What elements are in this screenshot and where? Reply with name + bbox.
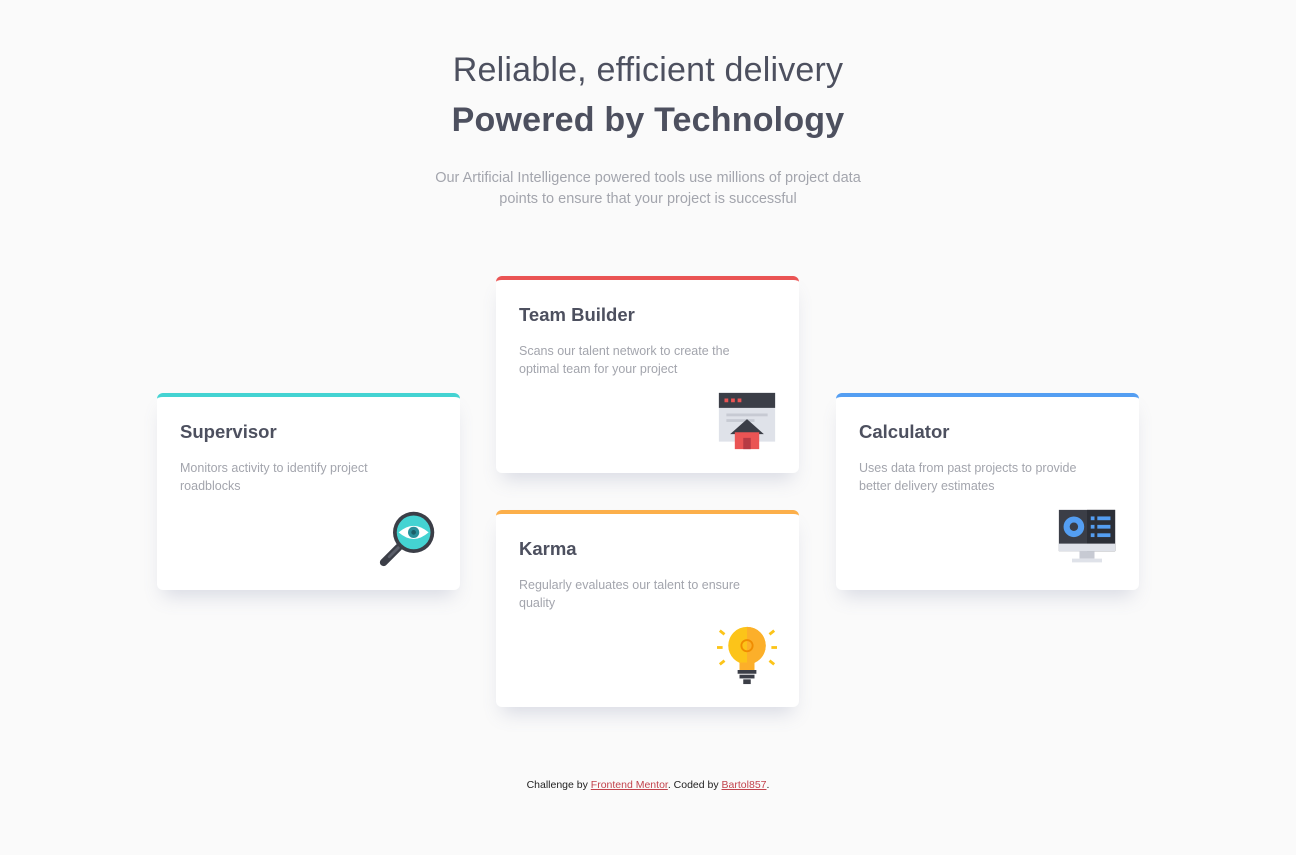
page: Reliable, efficient delivery Powered by … xyxy=(0,0,1296,855)
card-karma: Karma Regularly evaluates our talent to … xyxy=(496,510,799,707)
heading-light: Reliable, efficient delivery xyxy=(452,51,844,89)
card-title: Supervisor xyxy=(180,421,277,442)
card-title: Karma xyxy=(519,538,577,559)
magnifier-eye-icon xyxy=(379,511,435,567)
frontend-mentor-link[interactable]: Frontend Mentor xyxy=(591,779,668,791)
footer-suffix: . xyxy=(766,779,770,791)
card-team-builder: Team Builder Scans our talent network to… xyxy=(496,276,799,473)
card-title: Calculator xyxy=(859,421,950,442)
footer-middle: . Coded by xyxy=(667,779,719,791)
card-description: Regularly evaluates our talent to ensure… xyxy=(519,578,740,610)
lightbulb-icon xyxy=(717,626,777,685)
card-description: Monitors activity to identify project ro… xyxy=(180,461,368,493)
header: Reliable, efficient delivery Powered by … xyxy=(0,48,1296,210)
header-subtitle: Our Artificial Intelligence powered tool… xyxy=(435,170,861,207)
browser-home-icon xyxy=(718,392,776,450)
card-supervisor: Supervisor Monitors activity to identify… xyxy=(157,393,460,590)
card-calculator: Calculator Uses data from past projects … xyxy=(836,393,1139,590)
footer-prefix: Challenge by xyxy=(526,779,588,791)
author-link[interactable]: Bartol857 xyxy=(722,779,767,791)
attribution-footer: Challenge by Frontend Mentor. Coded by B… xyxy=(0,779,1296,791)
card-description: Scans our talent network to create the o… xyxy=(519,344,730,376)
heading-bold: Powered by Technology xyxy=(451,101,845,139)
monitor-chart-icon xyxy=(1058,509,1116,563)
card-description: Uses data from past projects to provide … xyxy=(859,461,1077,493)
card-title: Team Builder xyxy=(519,304,635,325)
